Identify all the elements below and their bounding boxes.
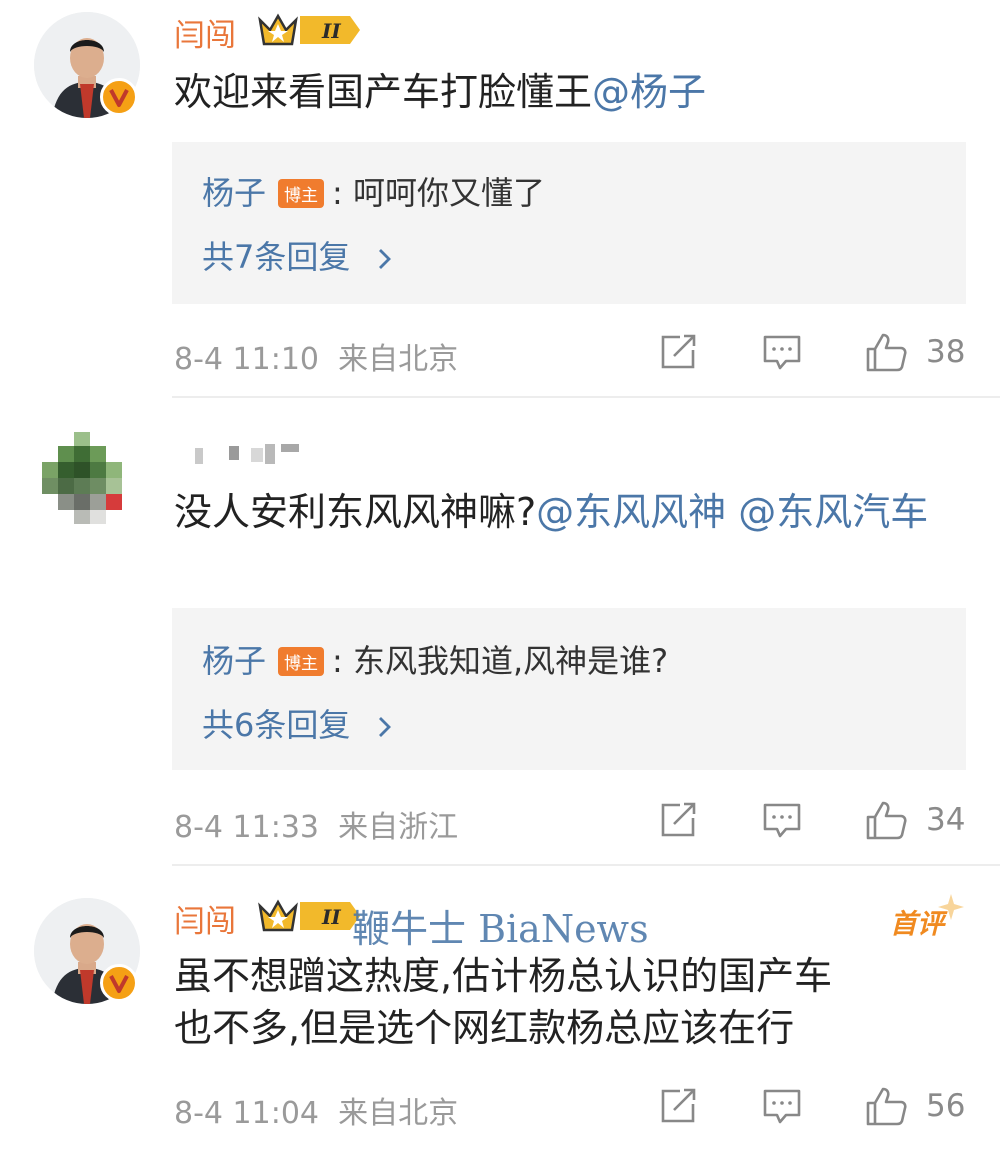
mention-link[interactable]: @杨子 (592, 70, 706, 114)
comment-icon[interactable] (760, 798, 804, 842)
comment-icon[interactable] (760, 330, 804, 374)
author-tag: 博主 (278, 646, 325, 676)
svg-text:II: II (321, 905, 341, 929)
comment-meta: 8-4 11:33 来自浙江 (174, 810, 459, 845)
comment-item: 闫闯 II 欢迎来看国产车打脸懂王@杨子 杨子 博主: 呵呵你又懂了 共7条回复 … (0, 0, 1000, 398)
comment-content: 没人安利东风风神嘛?@东风风神 @东风汽车 (174, 490, 929, 534)
crown-icon: II (258, 13, 360, 46)
comment-item: 没人安利东风风神嘛?@东风风神 @东风汽车 杨子 博主: 东风我知道,风神是谁? … (0, 398, 1000, 866)
verified-icon (100, 78, 138, 116)
comment-content: 欢迎来看国产车打脸懂王@杨子 (174, 70, 707, 114)
repost-icon[interactable] (656, 798, 700, 842)
like-icon[interactable] (864, 1084, 908, 1128)
svg-text:II: II (321, 19, 341, 43)
reply-box[interactable]: 杨子 博主: 呵呵你又懂了 共7条回复 (172, 142, 966, 304)
reply-preview: 杨子 博主: 呵呵你又懂了 (202, 174, 545, 212)
username[interactable]: 闫闯 (174, 896, 236, 941)
reply-preview: 杨子 博主: 东风我知道,风神是谁? (202, 642, 669, 680)
reply-author[interactable]: 杨子 (202, 174, 266, 212)
comment-item: 闫闯 II 鞭牛士 BiaNews 首评 虽不想蹭这热度,估计杨总认识的国产车 … (0, 866, 1000, 1153)
watermark: 鞭牛士 BiaNews (352, 907, 649, 951)
comment-meta: 8-4 11:04 来自北京 (174, 1096, 459, 1131)
username[interactable]: 闫闯 (174, 10, 236, 55)
mention-link[interactable]: @东风风神 (536, 490, 726, 534)
sparkle-icon (938, 894, 964, 920)
view-replies-link[interactable]: 共7条回复 (202, 232, 395, 278)
comment-content: 虽不想蹭这热度,估计杨总认识的国产车 也不多,但是选个网红款杨总应该在行 (174, 954, 833, 1050)
chevron-right-icon (378, 717, 391, 737)
chevron-right-icon (378, 249, 391, 269)
repost-icon[interactable] (656, 1084, 700, 1128)
repost-icon[interactable] (656, 330, 700, 374)
like-icon[interactable] (864, 798, 908, 842)
verified-icon (100, 964, 138, 1002)
comment-meta: 8-4 11:10 来自北京 (174, 342, 459, 377)
crown-icon: II (258, 899, 360, 932)
reply-box[interactable]: 杨子 博主: 东风我知道,风神是谁? 共6条回复 (172, 608, 966, 770)
comment-icon[interactable] (760, 1084, 804, 1128)
mention-link[interactable]: @东风汽车 (738, 490, 928, 534)
reply-author[interactable]: 杨子 (202, 642, 266, 680)
like-icon[interactable] (864, 330, 908, 374)
author-tag: 博主 (278, 178, 325, 208)
like-count: 56 (926, 1088, 966, 1124)
username-blurred[interactable] (195, 436, 305, 476)
like-count: 38 (926, 334, 966, 370)
like-count: 34 (926, 802, 966, 838)
avatar[interactable] (34, 432, 140, 538)
view-replies-link[interactable]: 共6条回复 (202, 700, 395, 746)
